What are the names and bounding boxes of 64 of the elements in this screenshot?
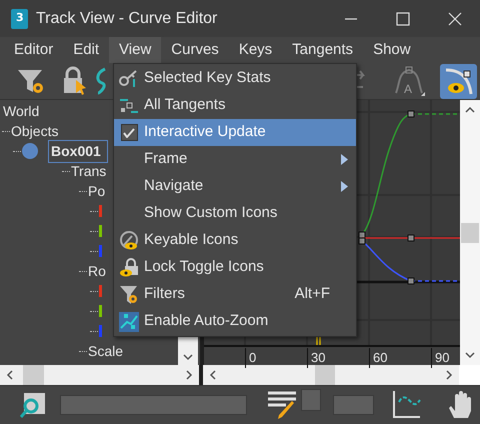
- chevron-left-icon[interactable]: [209, 370, 217, 380]
- search-icon[interactable]: [19, 392, 46, 418]
- chevron-down-icon[interactable]: [183, 353, 193, 361]
- scrollbar[interactable]: [203, 365, 459, 385]
- maximize-icon[interactable]: [396, 12, 410, 26]
- lock-cursor-icon[interactable]: [62, 66, 88, 96]
- menu-item[interactable]: View: [109, 37, 162, 63]
- scroll-thumb[interactable]: [23, 365, 44, 385]
- curve-with-keys[interactable]: [358, 110, 460, 238]
- curve-icon[interactable]: [96, 67, 106, 95]
- menu-item[interactable]: Filters Alt+F: [114, 281, 356, 308]
- filter-gear-icon: [119, 284, 139, 304]
- menu-item[interactable]: Show: [363, 37, 421, 63]
- auto-zoom-icon: [119, 312, 139, 332]
- key-info-icon: [119, 68, 139, 88]
- check-icon: [123, 128, 135, 138]
- key-eye-icon: [119, 230, 139, 250]
- menu-item[interactable]: Lock Toggle Icons: [114, 254, 356, 281]
- scrollbar[interactable]: [460, 100, 480, 365]
- menu-item[interactable]: Show Custom Icons: [114, 200, 356, 227]
- close-icon[interactable]: [448, 12, 462, 26]
- tree-item[interactable]: Objects: [11, 120, 58, 142]
- scroll-thumb[interactable]: [315, 365, 335, 385]
- menu-item[interactable]: Selected Key Stats: [114, 65, 356, 92]
- shortcut-label: Alt+F: [294, 284, 330, 304]
- curve-with-keys[interactable]: [358, 238, 460, 284]
- input-field[interactable]: [60, 395, 247, 415]
- menu-item[interactable]: Keys: [228, 37, 282, 63]
- scrollbar-corner: [459, 365, 480, 385]
- menu-item[interactable]: All Tangents: [114, 92, 356, 119]
- menu-item[interactable]: Tangents: [282, 37, 364, 63]
- chevron-down-icon[interactable]: [465, 351, 475, 359]
- tree-item[interactable]: World: [3, 100, 40, 122]
- menu-item[interactable]: Keyable Icons: [114, 227, 356, 254]
- tree-item[interactable]: Trans: [71, 160, 106, 182]
- tree-item[interactable]: Scale: [88, 340, 124, 362]
- scroll-thumb[interactable]: [461, 222, 479, 242]
- app-icon: 3: [10, 8, 29, 30]
- menu-item[interactable]: Enable Auto-Zoom: [114, 308, 356, 335]
- lock-eye-icon: [119, 258, 139, 278]
- submenu-arrow-icon: [341, 154, 348, 165]
- color-swatch[interactable]: [301, 389, 321, 411]
- menu-item[interactable]: Navigate: [114, 173, 356, 200]
- input-field[interactable]: [333, 395, 374, 415]
- menu-item[interactable]: Interactive Update: [114, 119, 356, 146]
- menu-item[interactable]: Curves: [161, 37, 229, 63]
- scrollbar[interactable]: [0, 365, 199, 385]
- menu-item[interactable]: Frame: [114, 146, 356, 173]
- show-curves-button[interactable]: [440, 64, 477, 98]
- tree-item[interactable]: Box001: [48, 140, 108, 162]
- window-title: Track View - Curve Editor: [36, 8, 218, 28]
- graph-curve-icon[interactable]: [391, 390, 421, 420]
- chevron-left-icon[interactable]: [6, 370, 14, 380]
- hand-icon[interactable]: [448, 391, 472, 419]
- edit-list-icon[interactable]: [267, 390, 297, 420]
- menu-item[interactable]: Edit: [63, 37, 110, 63]
- chevron-up-icon[interactable]: [465, 106, 475, 114]
- tree-item[interactable]: Ro: [88, 260, 106, 282]
- checkbox[interactable]: [120, 124, 138, 141]
- chevron-right-icon[interactable]: [185, 370, 193, 380]
- menu-item[interactable]: Editor: [4, 37, 64, 63]
- tree-item[interactable]: Po: [88, 180, 106, 202]
- chevron-right-icon[interactable]: [445, 370, 453, 380]
- submenu-arrow-icon: [341, 181, 348, 192]
